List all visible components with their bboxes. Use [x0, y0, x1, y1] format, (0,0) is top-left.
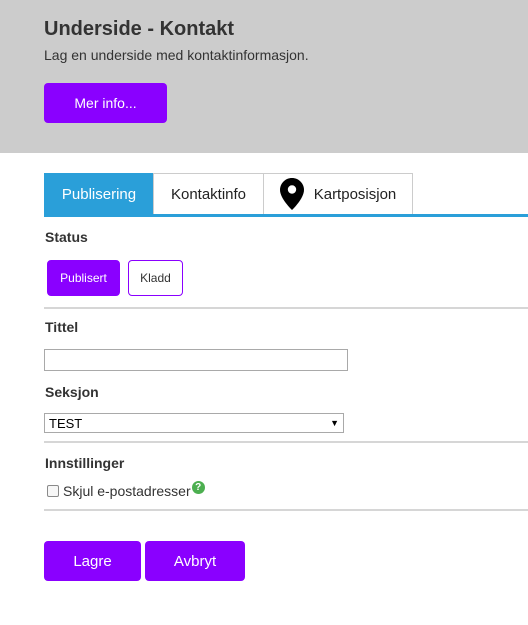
title-label: Tittel: [45, 319, 79, 335]
divider: [44, 307, 528, 309]
cancel-button[interactable]: Avbryt: [145, 541, 245, 581]
help-icon[interactable]: ?: [191, 480, 205, 494]
page-subtitle: Lag en underside med kontaktinformasjon.: [44, 47, 309, 63]
page-header: Underside - Kontakt Lag en underside med…: [0, 0, 528, 153]
section-label: Seksjon: [45, 384, 99, 400]
tab-publishing[interactable]: Publisering: [44, 173, 154, 214]
hide-email-label: Skjul e-postadresser: [63, 483, 191, 499]
hide-email-checkbox[interactable]: [47, 485, 59, 497]
tab-map-position[interactable]: Kartposisjon: [263, 173, 413, 214]
title-input[interactable]: [44, 349, 348, 371]
map-pin-icon: [279, 178, 304, 210]
tab-map-position-label: Kartposisjon: [313, 185, 397, 203]
hide-email-row: Skjul e-postadresser ?: [47, 480, 205, 499]
status-label: Status: [45, 229, 88, 245]
settings-label: Innstillinger: [45, 455, 125, 471]
save-button[interactable]: Lagre: [44, 541, 141, 581]
more-info-button[interactable]: Mer info...: [44, 83, 167, 123]
section-select-value: TEST: [49, 415, 83, 431]
page-title: Underside - Kontakt: [44, 18, 235, 40]
tab-underline: [44, 214, 528, 217]
status-draft-button[interactable]: Kladd: [128, 260, 183, 296]
divider: [44, 509, 528, 511]
divider: [44, 441, 528, 443]
tab-bar: Publisering Kontaktinfo Kartposisjon: [44, 173, 413, 214]
chevron-down-icon: ▼: [330, 418, 339, 428]
section-select[interactable]: TEST ▼: [44, 413, 344, 433]
tab-contact-info[interactable]: Kontaktinfo: [153, 173, 264, 214]
status-published-button[interactable]: Publisert: [47, 260, 120, 296]
